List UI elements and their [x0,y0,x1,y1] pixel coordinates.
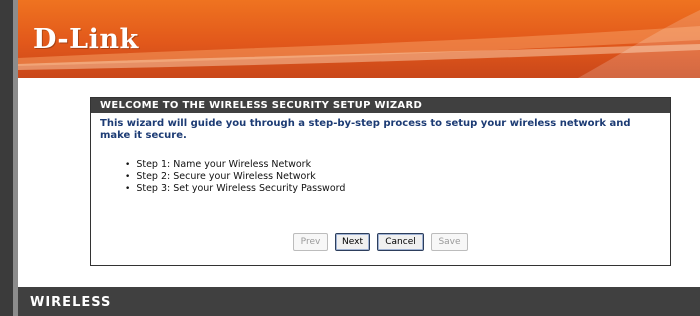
wizard-intro-text: This wizard will guide you through a ste… [100,118,631,141]
header-banner: D-Link [18,0,700,78]
wizard-button-row: Prev Next Cancel Save [91,233,670,251]
footer-bar: WIRELESS [18,287,700,316]
prev-button: Prev [293,233,328,251]
wizard-step-1: Step 1: Name your Wireless Network [125,159,670,171]
next-button[interactable]: Next [335,233,370,251]
dlink-logo: D-Link [33,24,139,55]
router-admin-page: D-Link WELCOME TO THE WIRELESS SECURITY … [0,0,700,316]
cancel-button[interactable]: Cancel [377,233,424,251]
wizard-step-3: Step 3: Set your Wireless Security Passw… [125,183,670,195]
wizard-steps-list: Step 1: Name your Wireless Network Step … [125,159,670,195]
header-divider [18,78,700,80]
footer-wireless-label: WIRELESS [30,295,112,310]
wizard-step-2: Step 2: Secure your Wireless Network [125,171,670,183]
left-side-bar [0,0,18,316]
wireless-security-wizard-panel: WELCOME TO THE WIRELESS SECURITY SETUP W… [90,97,671,266]
save-button: Save [431,233,468,251]
wizard-title: WELCOME TO THE WIRELESS SECURITY SETUP W… [91,98,670,113]
